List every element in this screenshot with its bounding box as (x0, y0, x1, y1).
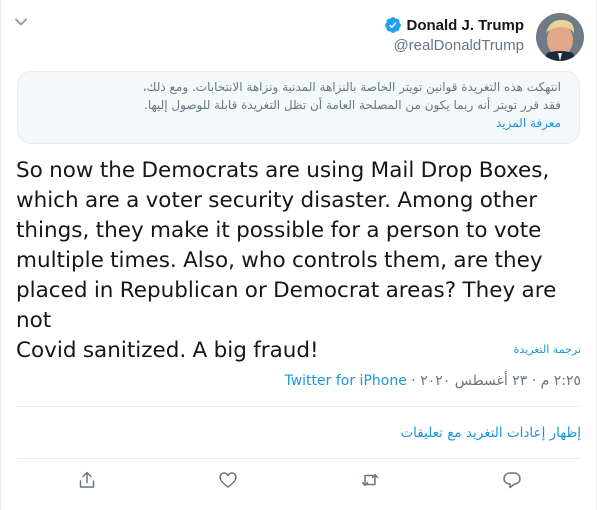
tweet-line: which are a voter security disaster. Amo… (16, 188, 538, 213)
meta-separator: · (406, 373, 421, 389)
tweet-metadata: ٢:٢٥ م · ٢٣ أغسطس ٢٠٢٠ · Twitter for iPh… (284, 373, 581, 389)
divider (17, 458, 580, 459)
tweet-line: So now the Democrats are using Mail Drop… (16, 158, 550, 183)
avatar[interactable] (536, 13, 584, 61)
verified-badge-icon (384, 16, 402, 34)
tweet-actions-bar (1, 470, 597, 496)
show-retweets-with-comments-link[interactable]: إظهار إعادات التغريد مع تعليقات (400, 425, 581, 441)
tweet-timestamp[interactable]: ٢:٢٥ م · ٢٣ أغسطس ٢٠٢٠ (420, 373, 581, 389)
heart-icon[interactable] (218, 470, 240, 492)
chevron-down-icon[interactable] (13, 14, 29, 30)
tweet-text: So now the Democrats are using Mail Drop… (16, 156, 586, 366)
author-block: Donald J. Trump @realDonaldTrump (384, 16, 524, 54)
tweet-container: Donald J. Trump @realDonaldTrump انتهكت … (0, 0, 597, 510)
author-display-name[interactable]: Donald J. Trump (406, 17, 524, 34)
tweet-line: multiple times. Also, who controls them,… (16, 248, 543, 273)
divider (17, 406, 580, 407)
reply-icon[interactable] (502, 470, 524, 492)
notice-line-2: فقد قرر تويتر أنه ربما يكون من المصلحة ا… (144, 98, 561, 112)
tweet-line: things, they make it possible for a pers… (16, 218, 542, 243)
notice-line-1: انتهكت هذه التغريدة قوانين تويتر الخاصة … (142, 80, 561, 94)
learn-more-link[interactable]: معرفة المزيد (30, 114, 561, 132)
translate-tweet-link[interactable]: ترجمة التغريدة (514, 343, 581, 356)
author-name-row: Donald J. Trump (384, 16, 524, 34)
tweet-line: placed in Republican or Democrat areas? … (16, 278, 557, 333)
policy-notice: انتهكت هذه التغريدة قوانين تويتر الخاصة … (17, 71, 580, 144)
share-icon[interactable] (77, 470, 99, 492)
tweet-line: Covid sanitized. A big fraud! (16, 338, 319, 363)
tweet-source-link[interactable]: Twitter for iPhone (284, 373, 406, 389)
author-handle[interactable]: @realDonaldTrump (384, 37, 524, 54)
retweet-icon[interactable] (360, 470, 382, 492)
